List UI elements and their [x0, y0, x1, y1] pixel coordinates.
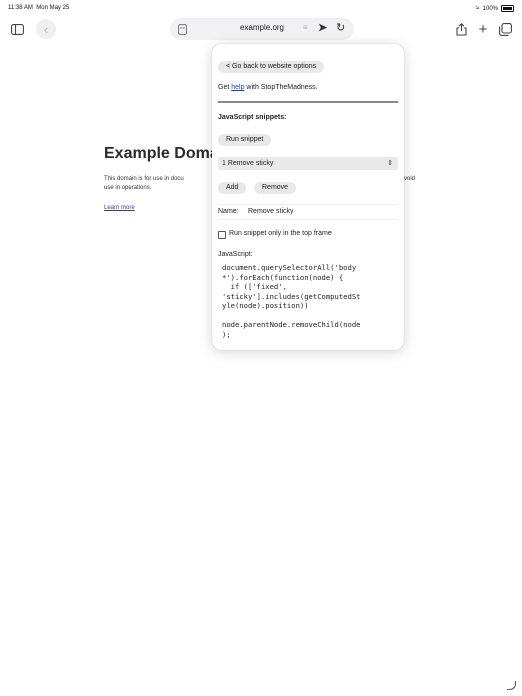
status-right: ≈ 100%	[476, 5, 514, 12]
back-to-website-options-button[interactable]: < Go back to website options	[218, 61, 325, 73]
plus-icon[interactable]: +	[474, 20, 492, 38]
browser-toolbar: ‹ example.org ≡ ➤ ↻ +	[0, 16, 522, 42]
help-link[interactable]: help	[231, 84, 244, 91]
learn-more-link[interactable]: Learn more	[104, 205, 135, 211]
tabs-overview-icon[interactable]	[496, 20, 514, 38]
extension-icon[interactable]: ➤	[318, 21, 327, 34]
battery-percent: 100%	[482, 5, 498, 12]
status-time: 11:38 AM Mon May 25	[8, 5, 70, 11]
help-text: Get help with StopTheMadness.	[218, 84, 318, 91]
back-icon[interactable]: ‹	[36, 19, 56, 39]
page-title: Example Doma	[104, 145, 219, 162]
snippet-select[interactable]: 1 Remove sticky ⇕	[218, 157, 398, 170]
resize-corner-icon	[507, 681, 516, 690]
snippets-heading: JavaScript snippets:	[218, 114, 287, 121]
name-row: Name: Remove sticky	[218, 204, 398, 220]
name-label: Name:	[218, 208, 239, 215]
add-snippet-button[interactable]: Add	[218, 182, 247, 194]
remove-snippet-button[interactable]: Remove	[254, 182, 297, 194]
chevron-updown-icon: ⇕	[387, 160, 393, 167]
extension-popover: < Go back to website options Get help wi…	[212, 44, 404, 350]
divider	[218, 101, 398, 103]
share-icon[interactable]	[452, 20, 470, 38]
status-bar: 11:38 AM Mon May 25 ≈ 100%	[8, 5, 514, 15]
address-bar[interactable]: example.org ≡ ➤ ↻	[170, 18, 354, 40]
name-field[interactable]: Remove sticky	[248, 208, 294, 215]
wifi-icon: ≈	[475, 4, 480, 12]
page-paragraph-line1-tail: void	[404, 176, 416, 182]
snippet-select-value: 1 Remove sticky	[222, 160, 274, 167]
page-paragraph-line2: use in operations.	[104, 185, 152, 191]
page-paragraph-line1: This domain is for use in docu	[104, 176, 184, 182]
reader-icon[interactable]: ≡	[303, 23, 308, 32]
sidebar-icon[interactable]	[8, 20, 26, 38]
reload-icon[interactable]: ↻	[336, 21, 345, 34]
javascript-label: JavaScript:	[218, 251, 253, 258]
battery-icon	[501, 5, 514, 12]
run-snippet-button[interactable]: Run snippet	[218, 134, 272, 146]
top-frame-checkbox[interactable]	[218, 231, 226, 239]
javascript-editor[interactable]: document.querySelectorAll('body *').forE…	[222, 263, 400, 339]
top-frame-checkbox-label[interactable]: Run snippet only in the top frame	[229, 230, 332, 237]
